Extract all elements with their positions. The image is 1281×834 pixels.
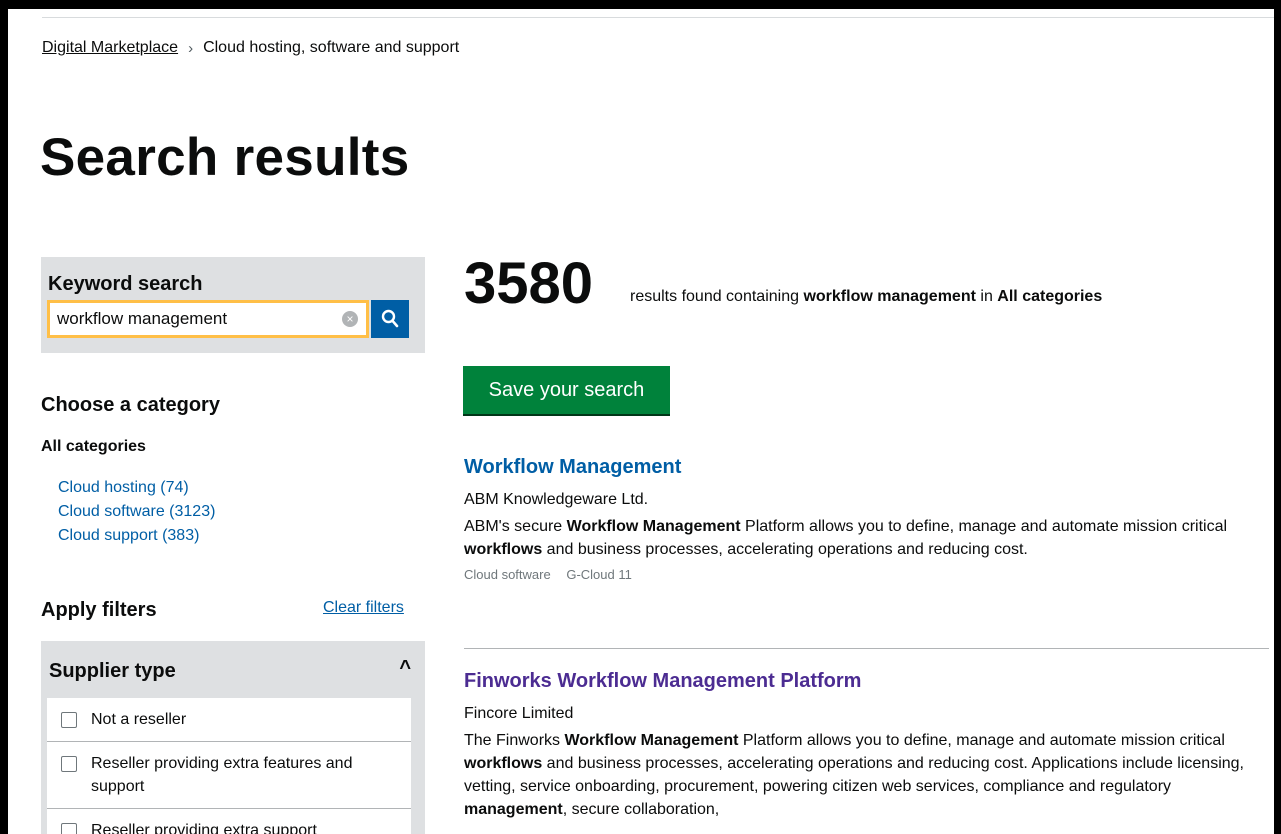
save-search-button[interactable]: Save your search: [463, 366, 670, 414]
filter-option-reseller-support[interactable]: Reseller providing extra support: [47, 809, 411, 834]
search-input[interactable]: [50, 303, 337, 335]
page-title: Search results: [40, 128, 410, 187]
summary-keyword: workflow management: [803, 288, 976, 305]
results-count: 3580: [464, 251, 594, 316]
category-all: All categories: [41, 438, 146, 455]
filter-options: Not a reseller Reseller providing extra …: [47, 698, 411, 834]
result-title-link[interactable]: Finworks Workflow Management Platform: [464, 670, 1269, 693]
result-supplier: ABM Knowledgeware Ltd.: [464, 491, 649, 508]
keyword-search-panel: Keyword search ×: [41, 257, 425, 353]
breadcrumb: Digital Marketplace › Cloud hosting, sof…: [42, 39, 459, 57]
filters-heading: Apply filters: [41, 599, 157, 621]
category-link-cloud-support[interactable]: Cloud support (383): [58, 527, 199, 544]
highlighted-keyword: workflows: [464, 541, 543, 558]
checkbox[interactable]: [61, 756, 77, 772]
result-meta: Cloud software G-Cloud 11: [464, 567, 1269, 582]
category-item: Cloud support (383): [58, 527, 215, 547]
clear-filters-link[interactable]: Clear filters: [323, 599, 404, 617]
summary-category: All categories: [997, 288, 1103, 305]
breadcrumb-current: Cloud hosting, software and support: [203, 39, 460, 56]
breadcrumb-home-link[interactable]: Digital Marketplace: [42, 39, 178, 57]
description-text: Platform allows you to define, manage an…: [738, 732, 1225, 749]
page: Digital Marketplace › Cloud hosting, sof…: [8, 9, 1274, 834]
description-text: and business processes, accelerating ope…: [464, 755, 1244, 795]
description-text: ABM's secure: [464, 518, 567, 535]
result-category-tag: Cloud software: [464, 567, 551, 582]
checkbox[interactable]: [61, 712, 77, 728]
filter-option-label: Reseller providing extra features and su…: [91, 755, 353, 795]
result-framework-tag: G-Cloud 11: [566, 567, 632, 582]
clear-search-icon[interactable]: ×: [342, 311, 358, 327]
highlighted-keyword: Workflow Management: [566, 518, 741, 535]
filter-option-reseller-features[interactable]: Reseller providing extra features and su…: [47, 742, 411, 809]
result-supplier: Fincore Limited: [464, 705, 574, 722]
highlighted-keyword: Workflow Management: [564, 732, 739, 749]
highlighted-keyword: workflows: [464, 755, 543, 772]
top-divider: [42, 17, 1274, 18]
summary-mid: in: [980, 288, 993, 305]
result-title-link[interactable]: Workflow Management: [464, 456, 1269, 479]
filter-option-label: Not a reseller: [91, 711, 187, 728]
filter-option-not-reseller[interactable]: Not a reseller: [47, 698, 411, 742]
supplier-type-filter: Supplier type ^ Not a reseller Reseller …: [41, 641, 425, 834]
description-text: Platform allows you to define, manage an…: [740, 518, 1228, 535]
category-item: Cloud software (3123): [58, 503, 215, 523]
results-summary: results found containing workflow manage…: [630, 288, 1102, 306]
filter-option-label: Reseller providing extra support: [91, 822, 317, 834]
category-link-cloud-hosting[interactable]: Cloud hosting (74): [58, 479, 189, 496]
search-input-wrapper: ×: [47, 300, 369, 338]
category-item: Cloud hosting (74): [58, 479, 215, 499]
description-text: and business processes, accelerating ope…: [542, 541, 1028, 558]
search-button[interactable]: [371, 300, 409, 338]
breadcrumb-separator-icon: ›: [188, 39, 194, 57]
highlighted-keyword: management: [464, 801, 563, 818]
result-item: Workflow Management ABM Knowledgeware Lt…: [464, 456, 1269, 582]
result-item: Finworks Workflow Management Platform Fi…: [464, 670, 1269, 821]
category-list: Cloud hosting (74) Cloud software (3123)…: [58, 479, 215, 551]
result-description: The Finworks Workflow Management Platfor…: [464, 729, 1269, 821]
search-icon: [381, 309, 399, 328]
category-link-cloud-software[interactable]: Cloud software (3123): [58, 503, 215, 520]
summary-prefix: results found containing: [630, 288, 799, 305]
filter-group-title[interactable]: Supplier type: [49, 660, 176, 683]
result-divider: [464, 648, 1269, 649]
category-heading: Choose a category: [41, 394, 220, 416]
checkbox[interactable]: [61, 823, 77, 834]
description-text: The Finworks: [464, 732, 565, 749]
keyword-search-label: Keyword search: [48, 273, 203, 295]
description-text: , secure collaboration,: [562, 801, 720, 818]
collapse-caret-icon[interactable]: ^: [399, 657, 411, 680]
result-description: ABM's secure Workflow Management Platfor…: [464, 515, 1269, 561]
